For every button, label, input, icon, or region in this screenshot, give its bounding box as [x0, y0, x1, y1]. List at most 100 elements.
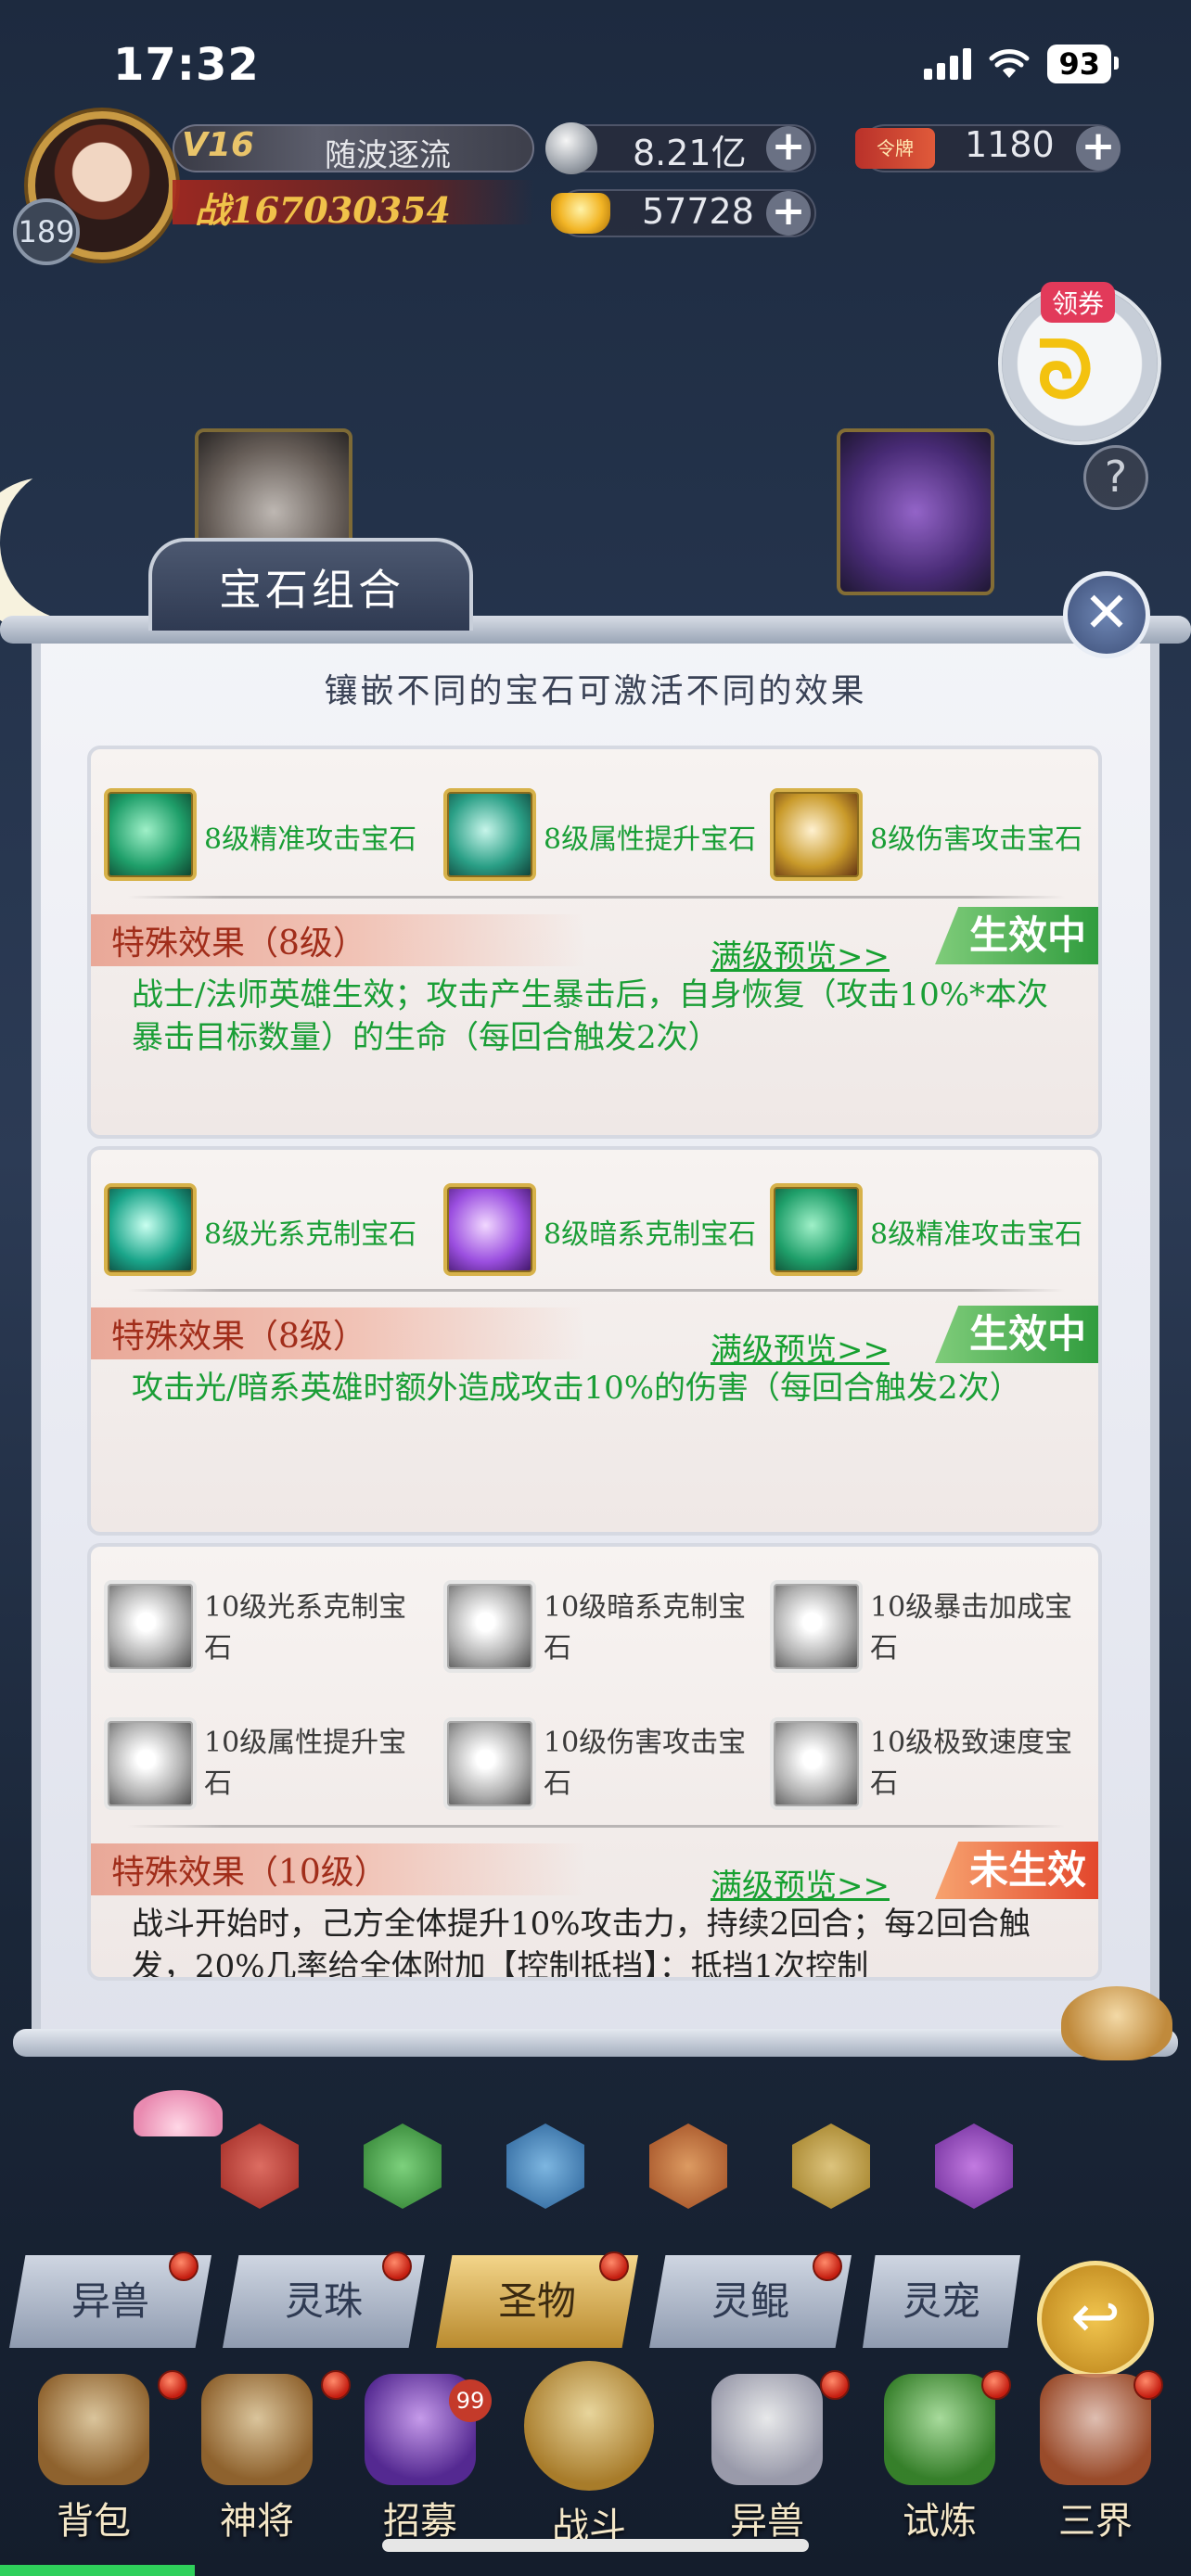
teapot-icon [1061, 1986, 1172, 2060]
gem-label: 8级精准攻击宝石 [870, 1218, 1083, 1251]
help-button[interactable]: ? [1083, 445, 1148, 510]
nav-label: 背包 [57, 2500, 131, 2543]
dialog-title: 宝石组合 [219, 565, 404, 615]
vip-level[interactable]: V16 [182, 126, 254, 164]
gem-label: 8级暗系克制宝石 [544, 1218, 757, 1251]
max-level-preview-link[interactable]: 满级预览>> [711, 1860, 890, 1906]
gem-icon[interactable] [770, 788, 863, 881]
player-level: 189 [13, 198, 80, 265]
element-light-icon[interactable] [792, 2123, 870, 2209]
gem-icon[interactable] [104, 1183, 197, 1276]
notification-dot [820, 2370, 850, 2400]
nav-three-realms[interactable]: 三界 [1026, 2374, 1165, 2559]
gem-label: 10级暗系克制宝石 [544, 1591, 747, 1664]
combat-power: 战167030354 [195, 189, 451, 231]
gem-label: 8级伤害攻击宝石 [870, 823, 1083, 856]
nav-label: 异兽 [730, 2500, 804, 2543]
notification-dot [1133, 2370, 1163, 2400]
element-fire-icon[interactable] [221, 2123, 299, 2209]
background-beast-frame-right [837, 428, 994, 595]
effect-description: 战士/法师英雄生效；攻击产生暴击后，自身恢复（攻击10%*本次暴击目标数量）的生… [132, 976, 1049, 1056]
effect-title: 特殊效果（10级） [111, 1854, 388, 1892]
status-badge-active: 生效中 [935, 907, 1098, 964]
scroll-rod-bottom [13, 2029, 1178, 2057]
nav-backpack[interactable]: 背包 [24, 2374, 163, 2559]
home-indicator[interactable] [382, 2539, 809, 2552]
gem-icon[interactable] [443, 1580, 536, 1673]
notification-dot [813, 2251, 842, 2281]
status-icons: 93 [924, 45, 1119, 83]
gem-icon[interactable] [770, 1717, 863, 1810]
gem-icon[interactable] [443, 1183, 536, 1276]
back-button[interactable]: ↩ [1037, 2261, 1154, 2378]
gem-icon[interactable] [443, 1717, 536, 1810]
trial-icon [884, 2374, 995, 2485]
gem-label: 10级伤害攻击宝石 [544, 1727, 747, 1800]
gold-ingot-icon [551, 193, 610, 234]
silver-coin-icon [545, 122, 597, 174]
gem-label: 10级极致速度宝石 [870, 1727, 1073, 1800]
wifi-icon [988, 48, 1031, 80]
gem-icon[interactable] [770, 1580, 863, 1673]
beast-icon [711, 2374, 823, 2485]
effect-description: 战斗开始时，己方全体提升10%攻击力，持续2回合；每2回合触发，20%几率给全体… [132, 1906, 1031, 1981]
add-silver-button[interactable]: + [766, 126, 811, 171]
effect-title: 特殊效果（8级） [111, 1318, 366, 1356]
notification-dot [169, 2251, 198, 2281]
effect-description: 攻击光/暗系英雄时额外造成攻击10%的伤害（每回合触发2次） [132, 1370, 1021, 1407]
nav-label: 三界 [1058, 2500, 1133, 2543]
cellular-signal-icon [924, 48, 972, 80]
nav-label: 招募 [383, 2500, 457, 2543]
coupon-label: 领券 [1041, 282, 1116, 323]
gem-icon[interactable] [104, 788, 197, 881]
max-level-preview-link[interactable]: 满级预览>> [711, 1324, 890, 1370]
divider [128, 1825, 1065, 1828]
add-gold-button[interactable]: + [766, 191, 811, 236]
gem-combo-card-1: 8级精准攻击宝石 8级属性提升宝石 8级伤害攻击宝石 特殊效果（8级） 满级预览… [87, 746, 1102, 1139]
status-badge-active: 生效中 [935, 1306, 1098, 1363]
nav-generals[interactable]: 神将 [187, 2374, 327, 2559]
gem-icon[interactable] [104, 1580, 197, 1673]
dialog-subtitle: 镶嵌不同的宝石可激活不同的效果 [324, 672, 867, 710]
gem-icon[interactable] [443, 788, 536, 881]
backpack-icon [38, 2374, 149, 2485]
status-badge-inactive: 未生效 [935, 1842, 1098, 1899]
effect-title: 特殊效果（8级） [111, 925, 366, 963]
gem-label: 10级属性提升宝石 [204, 1727, 407, 1800]
silver-amount: 8.21亿 [633, 133, 747, 173]
loading-bar [0, 2565, 195, 2576]
gem-label: 10级暴击加成宝石 [870, 1591, 1073, 1664]
gem-label: 8级精准攻击宝石 [204, 823, 417, 856]
close-button[interactable]: ✕ [1063, 571, 1150, 658]
nav-label: 试炼 [903, 2500, 977, 2543]
nav-beast[interactable]: 异兽 [698, 2374, 837, 2559]
gem-icon[interactable] [104, 1717, 197, 1810]
nav-trial[interactable]: 试炼 [870, 2374, 1009, 2559]
gem-icon[interactable] [770, 1183, 863, 1276]
element-dark-icon[interactable] [935, 2123, 1013, 2209]
gamepad-icon: ᘐ [1037, 325, 1094, 417]
divider [128, 1289, 1065, 1292]
gem-label: 8级属性提升宝石 [544, 823, 757, 856]
ticket-icon: 令牌 [855, 128, 935, 169]
notification-dot [158, 2370, 187, 2400]
battery-icon: 93 [1047, 45, 1119, 83]
nav-label: 神将 [220, 2500, 294, 2543]
gem-label: 10级光系克制宝石 [204, 1591, 407, 1664]
tab-lingchong[interactable]: 灵宠 [863, 2255, 1020, 2348]
element-wood-icon[interactable] [364, 2123, 442, 2209]
notification-dot [599, 2251, 629, 2281]
player-nickname: 随波逐流 [325, 137, 451, 174]
gem-combo-card-2: 8级光系克制宝石 8级暗系克制宝石 8级精准攻击宝石 特殊效果（8级） 满级预览… [87, 1146, 1102, 1536]
max-level-preview-link[interactable]: 满级预览>> [711, 931, 890, 976]
ticket-amount: 1180 [965, 124, 1055, 165]
notification-dot [321, 2370, 351, 2400]
gold-amount: 57728 [642, 191, 754, 232]
element-flame-icon[interactable] [649, 2123, 727, 2209]
nav-battle[interactable]: 战斗 [519, 2361, 659, 2548]
element-water-icon[interactable] [506, 2123, 584, 2209]
lotus-icon [134, 2090, 223, 2136]
add-ticket-button[interactable]: + [1076, 126, 1121, 171]
notification-dot [981, 2370, 1011, 2400]
general-icon [201, 2374, 313, 2485]
